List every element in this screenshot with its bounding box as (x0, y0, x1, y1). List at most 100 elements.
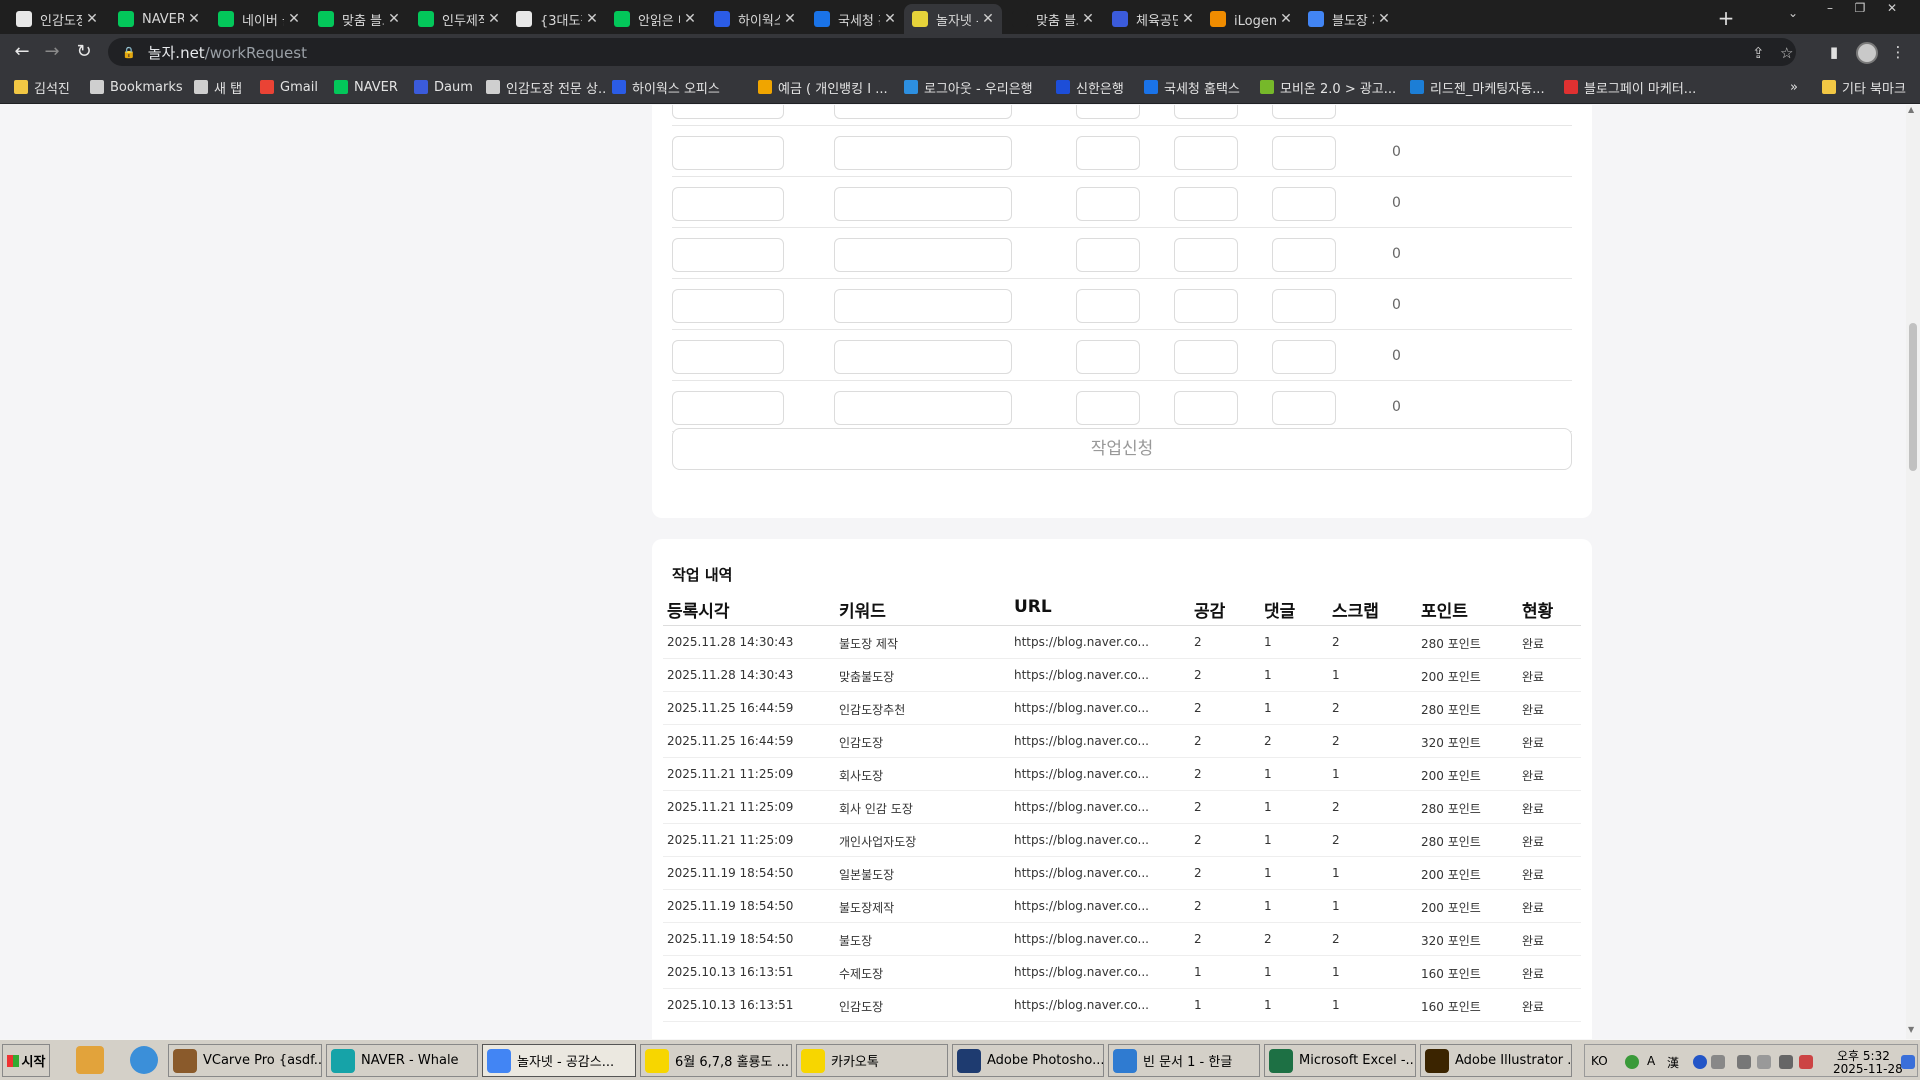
back-icon[interactable]: ← (10, 40, 34, 64)
bookmark-item[interactable]: 하이웍스 오피스 (612, 78, 750, 96)
comment-count-input[interactable] (1174, 187, 1238, 221)
bookmark-item[interactable]: 인감도장 전문 상... (486, 78, 606, 96)
scrap-count-input[interactable] (1272, 340, 1336, 374)
scrap-count-input[interactable] (1272, 289, 1336, 323)
date-input[interactable] (672, 238, 784, 272)
scrap-count-input[interactable] (1272, 136, 1336, 170)
browser-tab[interactable]: 블도장 제:✕ (1300, 4, 1398, 34)
bookmark-item[interactable]: 새 탭 (194, 78, 252, 96)
tab-close-icon[interactable]: ✕ (1276, 11, 1296, 27)
date-input[interactable] (672, 391, 784, 425)
taskbar-button[interactable]: Adobe Photosho... (952, 1044, 1104, 1077)
browser-tab[interactable]: 인두제작 :✕ (410, 4, 508, 34)
browser-tab[interactable]: NAVER ✕ (110, 4, 208, 34)
col-url-header[interactable]: URL (1014, 597, 1052, 617)
browser-tab[interactable]: 국세청 홈:✕ (806, 4, 904, 34)
tab-close-icon[interactable]: ✕ (1374, 11, 1394, 27)
menu-kebab-icon[interactable]: ⋮ (1886, 40, 1910, 64)
col-url-cell[interactable]: https://blog.naver.co... (1014, 767, 1148, 781)
ime-language[interactable]: KO (1591, 1054, 1608, 1068)
bookmark-item[interactable]: 모비온 2.0 > 광고... (1260, 78, 1402, 96)
profile-avatar[interactable] (1856, 42, 1878, 64)
comment-count-input[interactable] (1174, 238, 1238, 272)
help-icon[interactable] (1693, 1055, 1707, 1069)
col-status-header[interactable]: 현황 (1522, 597, 1553, 622)
keyword-input[interactable] (834, 289, 1012, 323)
taskbar-button[interactable]: Adobe Illustrator ... (1420, 1044, 1572, 1077)
bookmark-item[interactable]: 리드젠_마케팅자동... (1410, 78, 1556, 96)
tab-close-icon[interactable]: ✕ (780, 11, 800, 27)
ime-alpha[interactable]: A (1647, 1054, 1655, 1068)
keyword-input[interactable] (834, 136, 1012, 170)
ime-hanja[interactable]: 漢 (1667, 1054, 1679, 1071)
scrollbar-thumb[interactable] (1909, 323, 1917, 471)
date-input[interactable] (672, 340, 784, 374)
tab-close-icon[interactable]: ✕ (1178, 11, 1198, 27)
tab-close-icon[interactable]: ✕ (582, 11, 602, 27)
comment-count-input[interactable] (1174, 136, 1238, 170)
reload-icon[interactable]: ↻ (72, 40, 96, 64)
keyword-input[interactable] (834, 238, 1012, 272)
tab-close-icon[interactable]: ✕ (82, 11, 102, 27)
bookmark-item[interactable]: NAVER (334, 78, 406, 96)
taskbar-button[interactable]: 놀자넷 - 공감스... (482, 1044, 636, 1077)
keyword-input[interactable] (834, 340, 1012, 374)
date-input[interactable] (672, 289, 784, 323)
notification-icon[interactable] (1901, 1055, 1915, 1069)
volume-icon[interactable] (1757, 1055, 1771, 1069)
network-off-icon[interactable] (1799, 1055, 1813, 1069)
forward-icon[interactable]: → (40, 40, 64, 64)
taskbar-button[interactable]: Microsoft Excel -... (1264, 1044, 1416, 1077)
taskbar-button[interactable]: NAVER - Whale (326, 1044, 478, 1077)
minimize-icon[interactable]: – (1818, 0, 1842, 18)
col-scrap-header[interactable]: 스크랩 (1332, 597, 1379, 622)
col-comment-header[interactable]: 댓글 (1264, 597, 1295, 622)
browser-tab[interactable]: 체육공단 :✕ (1104, 4, 1202, 34)
show-hidden-icon[interactable] (1737, 1055, 1751, 1069)
col-keyword-header[interactable]: 키워드 (839, 597, 886, 622)
scrap-count-input[interactable] (1272, 391, 1336, 425)
tab-search-icon[interactable]: ⌄ (1788, 6, 1798, 20)
bookmark-item[interactable]: 김석진 (14, 78, 74, 96)
scrap-count-input[interactable] (1272, 238, 1336, 272)
tab-close-icon[interactable]: ✕ (384, 11, 404, 27)
col-url-cell[interactable]: https://blog.naver.co... (1014, 866, 1148, 880)
tab-close-icon[interactable]: ✕ (284, 11, 304, 27)
taskbar-button[interactable]: 빈 문서 1 - 한글 (1108, 1044, 1260, 1077)
bookmark-item[interactable]: Daum (414, 78, 478, 96)
start-button[interactable]: 시작 (2, 1044, 50, 1077)
date-input[interactable] (672, 105, 784, 119)
media-player-icon[interactable] (76, 1046, 104, 1074)
like-count-input[interactable] (1076, 340, 1140, 374)
browser-tab[interactable]: 인감도장 :✕ (8, 4, 106, 34)
col-url-cell[interactable]: https://blog.naver.co... (1014, 800, 1148, 814)
keyword-input[interactable] (834, 187, 1012, 221)
browser-tab[interactable]: 안읽은 메:✕ (606, 4, 704, 34)
like-count-input[interactable] (1076, 289, 1140, 323)
like-count-input[interactable] (1076, 136, 1140, 170)
close-window-icon[interactable]: ✕ (1880, 0, 1904, 18)
lock-icon[interactable]: 🔒 (122, 46, 136, 59)
col-url-cell[interactable]: https://blog.naver.co... (1014, 932, 1148, 946)
col-url-cell[interactable]: https://blog.naver.co... (1014, 668, 1148, 682)
tab-close-icon[interactable]: ✕ (484, 11, 504, 27)
browser-tab[interactable]: 맞춤 블도:✕ (1004, 4, 1102, 34)
comment-count-input[interactable] (1174, 340, 1238, 374)
tab-close-icon[interactable]: ✕ (680, 11, 700, 27)
page-scrollbar[interactable]: ▲ ▼ (1906, 105, 1920, 1039)
display-icon[interactable] (1779, 1055, 1793, 1069)
internet-explorer-icon[interactable] (130, 1046, 158, 1074)
tab-close-icon[interactable]: ✕ (184, 11, 204, 27)
address-bar[interactable]: 🔒 놀자.net/workRequest ⇪ ☆ (108, 38, 1796, 66)
bookmark-item[interactable]: 예금 ( 개인뱅킹 I ... (758, 78, 896, 96)
comment-count-input[interactable] (1174, 391, 1238, 425)
col-url-cell[interactable]: https://blog.naver.co... (1014, 701, 1148, 715)
side-panel-icon[interactable]: ▮ (1822, 40, 1846, 64)
taskbar-button[interactable]: 6월 6,7,8 홀룡도 ... (640, 1044, 792, 1077)
browser-tab[interactable]: 네이버 블:✕ (210, 4, 308, 34)
bookmarks-overflow-icon[interactable]: » (1790, 78, 1798, 96)
col-url-cell[interactable]: https://blog.naver.co... (1014, 998, 1148, 1012)
keyword-input[interactable] (834, 391, 1012, 425)
scrap-count-input[interactable] (1272, 105, 1336, 119)
col-url-cell[interactable]: https://blog.naver.co... (1014, 635, 1148, 649)
